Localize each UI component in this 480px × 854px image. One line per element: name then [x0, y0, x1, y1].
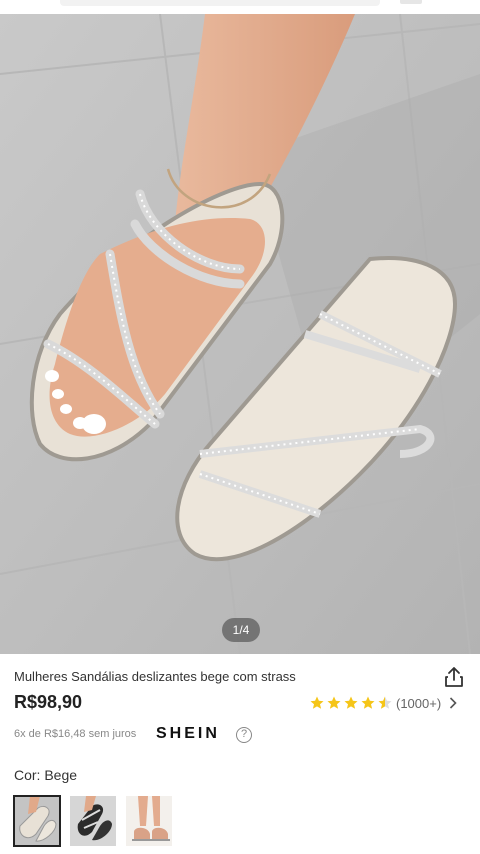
star-icon — [344, 696, 358, 709]
installment-info: 6x de R$16,48 sem juros — [14, 728, 137, 740]
color-swatch-black[interactable] — [70, 796, 116, 846]
color-swatch-bege[interactable] — [13, 795, 61, 847]
star-icon — [327, 696, 341, 709]
rating-count: (1000+) — [396, 695, 442, 711]
color-swatch-nude[interactable] — [126, 796, 172, 846]
rating-summary[interactable]: (1000+) — [310, 694, 457, 712]
star-icon — [310, 696, 324, 709]
star-icon — [361, 696, 375, 709]
top-status-strip — [0, 0, 480, 14]
product-title: Mulheres Sandálias deslizantes bege com … — [14, 669, 296, 684]
share-icon — [445, 667, 463, 687]
help-icon[interactable]: ? — [236, 727, 252, 743]
top-bar-shape — [60, 0, 380, 6]
brand-name[interactable]: SHEIN — [156, 725, 220, 743]
star-half-icon — [378, 696, 392, 709]
share-button[interactable] — [444, 666, 464, 688]
swatch-thumbnail — [14, 796, 60, 846]
product-price: R$98,90 — [14, 692, 83, 712]
chevron-right-icon — [450, 697, 457, 709]
product-info-panel: Mulheres Sandálias deslizantes bege com … — [0, 654, 480, 854]
swatch-thumbnail — [70, 796, 116, 846]
top-bar-shape-right — [400, 0, 422, 4]
product-photo — [0, 14, 480, 654]
swatch-thumbnail — [126, 796, 172, 846]
image-pager-indicator: 1/4 — [222, 618, 260, 642]
product-image-gallery[interactable] — [0, 14, 480, 654]
color-swatch-list — [13, 795, 182, 847]
color-label: Cor: Bege — [14, 767, 78, 783]
